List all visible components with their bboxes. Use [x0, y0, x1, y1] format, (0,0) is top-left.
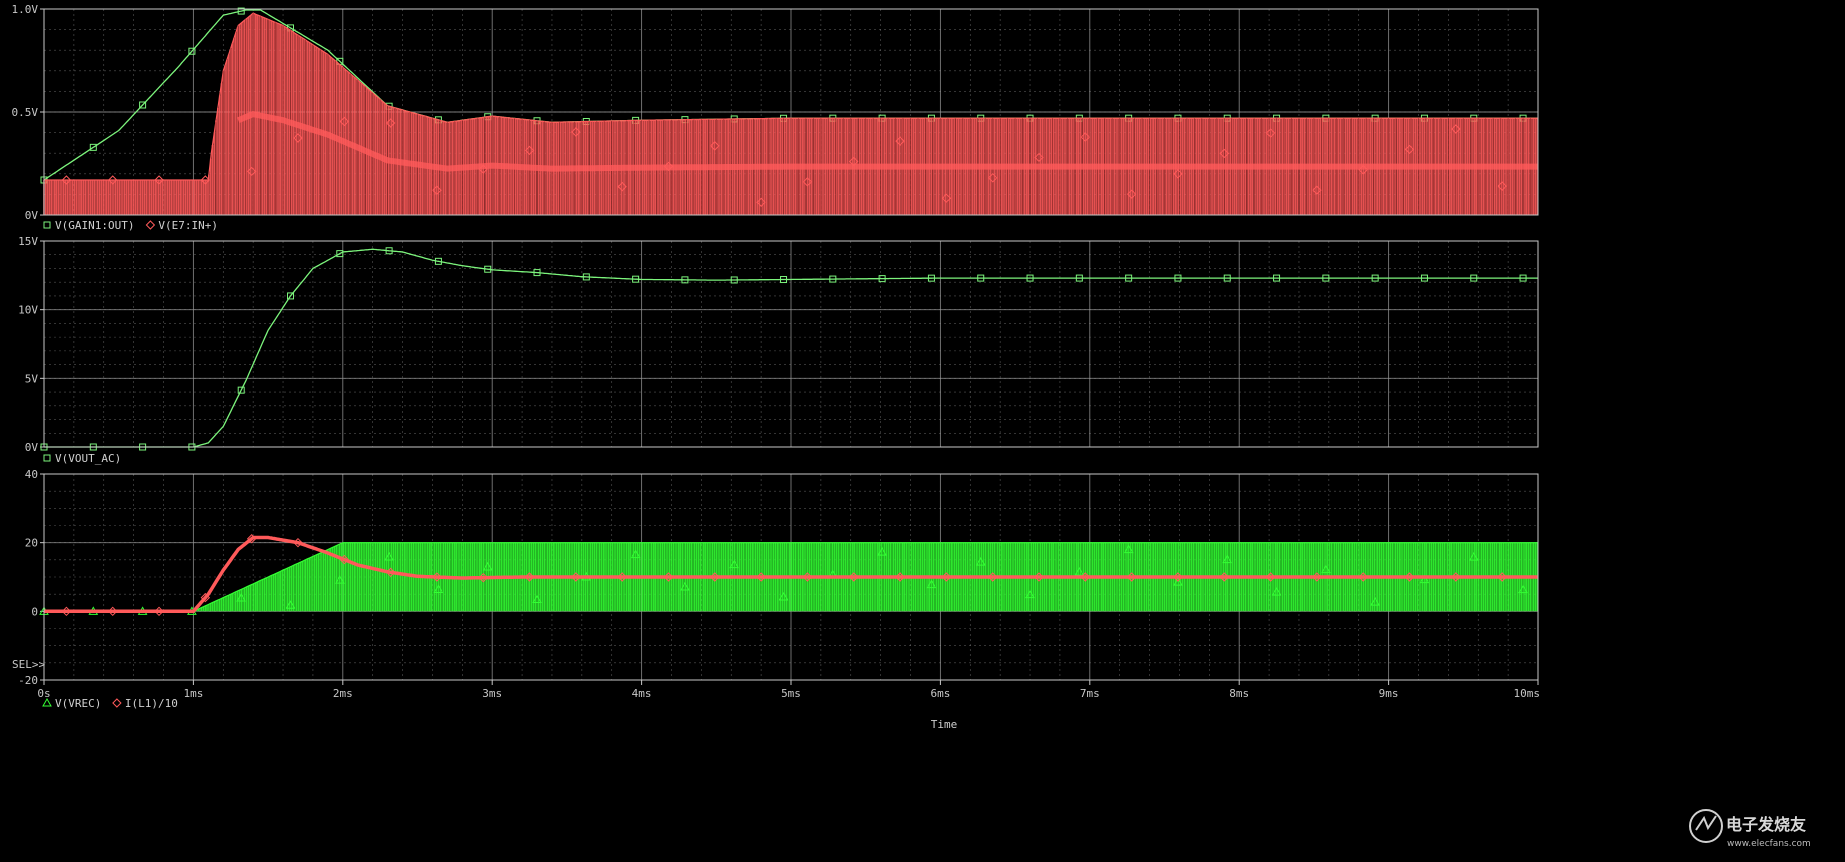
grid-lines: [43, 240, 1539, 448]
x-axis-title: Time: [931, 718, 958, 731]
plot-panel-2: 15V 10V 5V 0V V(VOUT_AC): [18, 235, 1539, 465]
x-tick-label: 9ms: [1379, 687, 1399, 700]
plot-panel-1: 1.0V 0.5V 0V V(GAIN1:OUT) V(E7:IN+): [12, 3, 1539, 232]
x-tick-label: 4ms: [632, 687, 652, 700]
y-tick-label: 10V: [18, 304, 38, 317]
y-tick-label: 0V: [25, 209, 39, 222]
elecfans-logo-icon: [1689, 809, 1723, 843]
legend-marker-icon: [145, 220, 156, 230]
probe-plot-svg: 1.0V 0.5V 0V V(GAIN1:OUT) V(E7:IN+) 15V 10V 5V 0…: [12, 3, 1811, 849]
legend-label: V(GAIN1:OUT): [55, 219, 134, 232]
legend-label: V(VOUT_AC): [55, 452, 121, 465]
probe-plot-window: 1.0V 0.5V 0V V(GAIN1:OUT) V(E7:IN+) 15V 10V 5V 0…: [0, 0, 1845, 858]
y-tick-label: 0V: [25, 441, 39, 454]
legend-label: I(L1)/10: [125, 697, 178, 710]
legend-marker-icon: [43, 454, 51, 462]
plot-panel-3: 40 20 0 -20 V(VREC) I(L1)/10: [18, 468, 1539, 710]
y-tick-label: 1.0V: [12, 3, 39, 16]
x-tick-label: 3ms: [482, 687, 502, 700]
y-tick-label: 15V: [18, 235, 38, 248]
x-tick-label: 0s: [37, 687, 50, 700]
legend-marker-icon: [112, 698, 122, 708]
y-tick-label: 0.5V: [12, 106, 39, 119]
watermark-text: 电子发烧友: [1726, 815, 1807, 834]
x-tick-label: 1ms: [183, 687, 203, 700]
x-tick-label: 5ms: [781, 687, 801, 700]
x-tick-label: 10ms: [1514, 687, 1541, 700]
watermark-url: www.elecfans.com: [1727, 839, 1811, 849]
watermark: 电子发烧友 www.elecfans.com: [1689, 809, 1811, 849]
legend-marker-icon: [42, 697, 52, 707]
x-tick-label: 7ms: [1080, 687, 1100, 700]
x-tick-label: 2ms: [333, 687, 353, 700]
y-tick-label: 5V: [25, 372, 39, 385]
logo-zigzag: [1695, 815, 1717, 831]
sel-marker: SEL>>: [12, 658, 45, 671]
y-tick-label: 0: [31, 605, 38, 618]
y-tick-label: 20: [25, 537, 38, 550]
y-tick-label: -20: [18, 674, 38, 687]
legend-label: V(E7:IN+): [158, 219, 218, 232]
x-tick-label: 6ms: [930, 687, 950, 700]
legend-marker-icon: [43, 221, 51, 229]
x-tick-label: 8ms: [1229, 687, 1249, 700]
legend-label: V(VREC): [55, 697, 101, 710]
y-tick-label: 40: [25, 468, 38, 481]
